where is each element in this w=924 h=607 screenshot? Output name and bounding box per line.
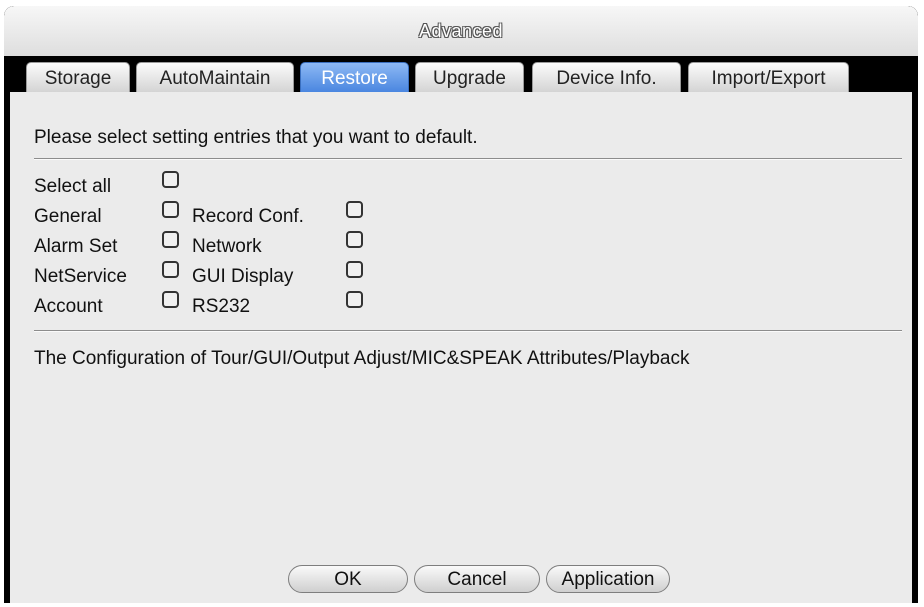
tab-upgrade[interactable]: Upgrade — [415, 62, 524, 92]
select-all-label: Select all — [34, 176, 112, 197]
tab-storage[interactable]: Storage — [26, 62, 130, 92]
advanced-dialog: Advanced Storage AutoMaintain Restore Up… — [4, 6, 918, 603]
option-general-label: General — [34, 206, 102, 227]
cancel-button[interactable]: Cancel — [414, 565, 540, 593]
option-record-conf-checkbox[interactable] — [346, 201, 363, 218]
option-network-checkbox[interactable] — [346, 231, 363, 248]
option-rs232-checkbox[interactable] — [346, 291, 363, 308]
application-button[interactable]: Application — [546, 565, 670, 593]
tab-bar: Storage AutoMaintain Restore Upgrade Dev… — [4, 56, 918, 92]
option-general-checkbox[interactable] — [162, 201, 179, 218]
tab-restore[interactable]: Restore — [300, 62, 409, 92]
option-network-label: Network — [192, 236, 262, 257]
option-alarm-set-checkbox[interactable] — [162, 231, 179, 248]
divider — [34, 158, 902, 160]
description-text: The Configuration of Tour/GUI/Output Adj… — [34, 348, 690, 369]
option-netservice-checkbox[interactable] — [162, 261, 179, 278]
option-account-label: Account — [34, 296, 103, 317]
instruction-text: Please select setting entries that you w… — [34, 127, 478, 148]
title-bar[interactable]: Advanced — [4, 6, 918, 56]
option-gui-display-checkbox[interactable] — [346, 261, 363, 278]
dialog-title: Advanced — [418, 21, 504, 41]
option-gui-display-label: GUI Display — [192, 266, 294, 287]
option-account-checkbox[interactable] — [162, 291, 179, 308]
option-record-conf-label: Record Conf. — [192, 206, 304, 227]
tab-device-info[interactable]: Device Info. — [532, 62, 681, 92]
tab-import-export[interactable]: Import/Export — [688, 62, 849, 92]
option-alarm-set-label: Alarm Set — [34, 236, 118, 257]
option-netservice-label: NetService — [34, 266, 127, 287]
ok-button[interactable]: OK — [288, 565, 408, 593]
select-all-checkbox[interactable] — [162, 171, 179, 188]
option-rs232-label: RS232 — [192, 296, 251, 317]
restore-panel: Please select setting entries that you w… — [10, 92, 912, 603]
divider — [34, 330, 902, 332]
tab-automaintain[interactable]: AutoMaintain — [136, 62, 294, 92]
